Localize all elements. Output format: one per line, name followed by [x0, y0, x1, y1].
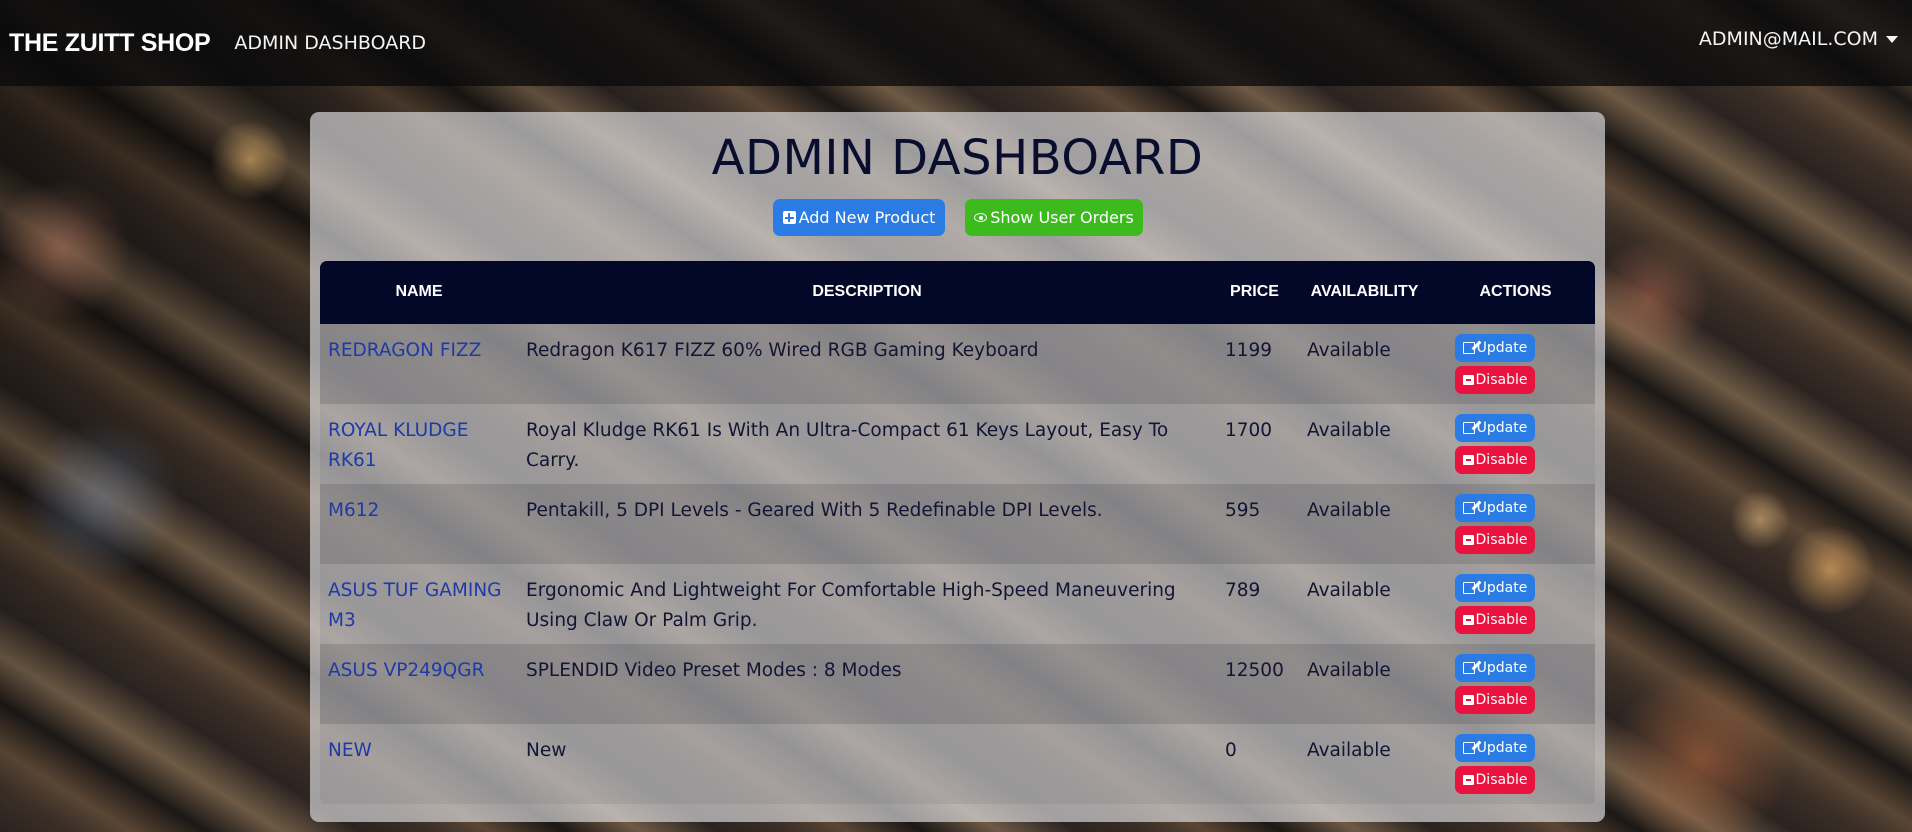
show-user-orders-label: Show User Orders	[990, 208, 1134, 227]
update-label: Update	[1476, 340, 1528, 356]
update-button[interactable]: Update	[1455, 654, 1535, 682]
product-description: Ergonomic And Lightweight For Comfortabl…	[526, 580, 1176, 631]
page-title: ADMIN DASHBOARD	[711, 130, 1204, 186]
header-price: PRICE	[1230, 283, 1279, 300]
navbar: THE ZUITT SHOP ADMIN DASHBOARD ADMIN@MAI…	[0, 0, 1912, 86]
product-name[interactable]: M612	[328, 496, 508, 526]
disable-button[interactable]: Disable	[1455, 446, 1535, 474]
edit-icon	[1462, 502, 1475, 514]
update-label: Update	[1476, 580, 1528, 596]
update-button[interactable]: Update	[1455, 494, 1535, 522]
product-price: 0	[1225, 740, 1237, 761]
disable-button[interactable]: Disable	[1455, 606, 1535, 634]
disable-button[interactable]: Disable	[1455, 766, 1535, 794]
product-name[interactable]: ROYAL KLUDGE RK61	[328, 416, 508, 476]
update-button[interactable]: Update	[1455, 414, 1535, 442]
edit-icon	[1462, 582, 1475, 594]
table-body: REDRAGON FIZZ Redragon K617 FIZZ 60% Wir…	[320, 324, 1595, 804]
update-label: Update	[1476, 420, 1528, 436]
product-availability: Available	[1307, 580, 1391, 601]
disable-label: Disable	[1475, 532, 1528, 548]
product-price: 595	[1225, 500, 1261, 521]
disable-label: Disable	[1475, 612, 1528, 628]
archive-icon	[1462, 695, 1474, 705]
disable-button[interactable]: Disable	[1455, 526, 1535, 554]
header-actions: ACTIONS	[1479, 283, 1552, 300]
disable-label: Disable	[1475, 452, 1528, 468]
product-name[interactable]: NEW	[328, 736, 508, 766]
disable-label: Disable	[1475, 692, 1528, 708]
product-description: Pentakill, 5 DPI Levels - Geared With 5 …	[526, 500, 1103, 521]
show-user-orders-button[interactable]: Show User Orders	[965, 199, 1143, 236]
product-description: SPLENDID Video Preset Modes : 8 Modes	[526, 660, 902, 681]
product-name[interactable]: ASUS VP249QGR	[328, 656, 508, 686]
add-new-product-label: Add New Product	[798, 208, 936, 227]
table-row: NEW New 0 Available Update Disable	[320, 724, 1595, 804]
archive-icon	[1462, 535, 1474, 545]
user-email: ADMIN@MAIL.COM	[1698, 28, 1878, 50]
update-button[interactable]: Update	[1455, 574, 1535, 602]
archive-icon	[1462, 775, 1474, 785]
edit-icon	[1462, 422, 1475, 434]
product-availability: Available	[1307, 500, 1391, 521]
product-availability: Available	[1307, 420, 1391, 441]
update-label: Update	[1476, 660, 1528, 676]
archive-icon	[1462, 455, 1474, 465]
dashboard-panel: ADMIN DASHBOARD Add New Product Show Use…	[310, 112, 1605, 822]
edit-icon	[1462, 662, 1475, 674]
product-availability: Available	[1307, 740, 1391, 761]
product-description: New	[526, 740, 567, 761]
disable-button[interactable]: Disable	[1455, 686, 1535, 714]
product-price: 1700	[1225, 420, 1273, 441]
eye-icon	[974, 213, 988, 222]
add-new-product-button[interactable]: Add New Product	[773, 199, 945, 236]
nav-link-admin-dashboard[interactable]: ADMIN DASHBOARD	[234, 32, 426, 54]
archive-icon	[1462, 615, 1474, 625]
product-availability: Available	[1307, 340, 1391, 361]
edit-icon	[1462, 742, 1475, 754]
product-name[interactable]: REDRAGON FIZZ	[328, 336, 508, 366]
header-name: NAME	[395, 283, 443, 300]
table-header: NAME DESCRIPTION PRICE AVAILABILITY ACTI…	[320, 261, 1595, 324]
table-row: ASUS TUF GAMING M3 Ergonomic And Lightwe…	[320, 564, 1595, 644]
table-row: ASUS VP249QGR SPLENDID Video Preset Mode…	[320, 644, 1595, 724]
table-row: ROYAL KLUDGE RK61 Royal Kludge RK61 Is W…	[320, 404, 1595, 484]
disable-label: Disable	[1475, 772, 1528, 788]
product-description: Royal Kludge RK61 Is With An Ultra-Compa…	[526, 420, 1169, 471]
update-button[interactable]: Update	[1455, 334, 1535, 362]
table-row: REDRAGON FIZZ Redragon K617 FIZZ 60% Wir…	[320, 324, 1595, 404]
brand-logo[interactable]: THE ZUITT SHOP	[9, 29, 211, 58]
edit-icon	[1462, 342, 1475, 354]
product-description: Redragon K617 FIZZ 60% Wired RGB Gaming …	[526, 340, 1039, 361]
disable-button[interactable]: Disable	[1455, 366, 1535, 394]
plus-square-icon	[782, 211, 796, 224]
product-name[interactable]: ASUS TUF GAMING M3	[328, 576, 508, 636]
update-button[interactable]: Update	[1455, 734, 1535, 762]
products-table: NAME DESCRIPTION PRICE AVAILABILITY ACTI…	[320, 261, 1595, 805]
product-availability: Available	[1307, 660, 1391, 681]
header-description: DESCRIPTION	[812, 283, 922, 300]
caret-down-icon	[1886, 35, 1898, 43]
user-dropdown[interactable]: ADMIN@MAIL.COM	[1699, 28, 1898, 50]
update-label: Update	[1476, 500, 1528, 516]
header-availability: AVAILABILITY	[1310, 283, 1419, 300]
disable-label: Disable	[1475, 372, 1528, 388]
table-row: M612 Pentakill, 5 DPI Levels - Geared Wi…	[320, 484, 1595, 564]
product-price: 1199	[1225, 340, 1273, 361]
archive-icon	[1462, 375, 1474, 385]
product-price: 12500	[1225, 660, 1284, 681]
update-label: Update	[1476, 740, 1528, 756]
product-price: 789	[1225, 580, 1261, 601]
